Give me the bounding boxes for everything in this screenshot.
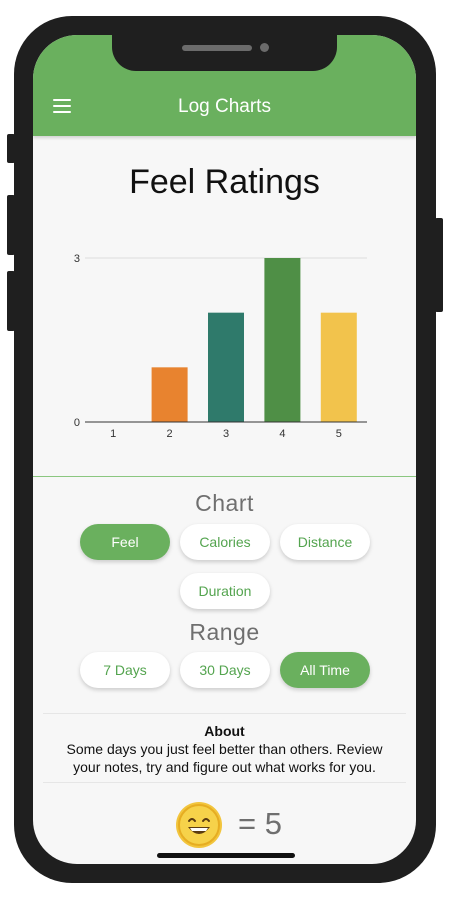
about-top-separator	[43, 713, 406, 714]
range-option-all-time[interactable]: All Time	[280, 652, 370, 688]
page-title: Feel Ratings	[129, 163, 320, 201]
bar	[264, 258, 301, 422]
phone-notch	[112, 35, 337, 71]
home-indicator[interactable]	[157, 853, 295, 858]
chart-divider	[33, 476, 416, 477]
range-section-title: Range	[189, 619, 260, 645]
score-value: = 5	[238, 806, 282, 841]
chart-option-feel[interactable]: Feel	[80, 524, 170, 560]
about-text: Some days you just feel better than othe…	[66, 741, 383, 775]
app-title: Log Charts	[178, 96, 271, 117]
power-button	[435, 218, 443, 312]
bar	[208, 312, 244, 422]
chart-option-duration[interactable]: Duration	[180, 573, 270, 609]
bar	[151, 367, 188, 422]
bar	[320, 312, 357, 422]
y-tick-label: 0	[74, 417, 80, 429]
chart-section-title: Chart	[195, 490, 254, 516]
app-screen: Log Charts Feel Ratings 0 3 1 2 3 4 5 Chart Fe…	[33, 35, 416, 864]
speaker-grille	[182, 45, 252, 51]
feel-ratings-bar-chart: 0 3 1 2 3 4 5	[74, 253, 367, 440]
x-tick-label: 1	[110, 428, 116, 440]
chart-option-distance[interactable]: Distance	[280, 524, 370, 560]
x-tick-label: 2	[167, 428, 173, 440]
y-tick-label: 3	[74, 253, 80, 265]
chart-option-calories[interactable]: Calories	[180, 524, 270, 560]
x-tick-label: 3	[223, 428, 229, 440]
range-option-30-days[interactable]: 30 Days	[180, 652, 270, 688]
front-camera	[260, 43, 269, 52]
range-option-7-days[interactable]: 7 Days	[80, 652, 170, 688]
x-tick-label: 4	[279, 428, 285, 440]
grinning-face-icon	[176, 802, 222, 848]
x-tick-label: 5	[336, 428, 342, 440]
about-title: About	[204, 723, 245, 739]
about-bottom-separator	[43, 782, 406, 783]
